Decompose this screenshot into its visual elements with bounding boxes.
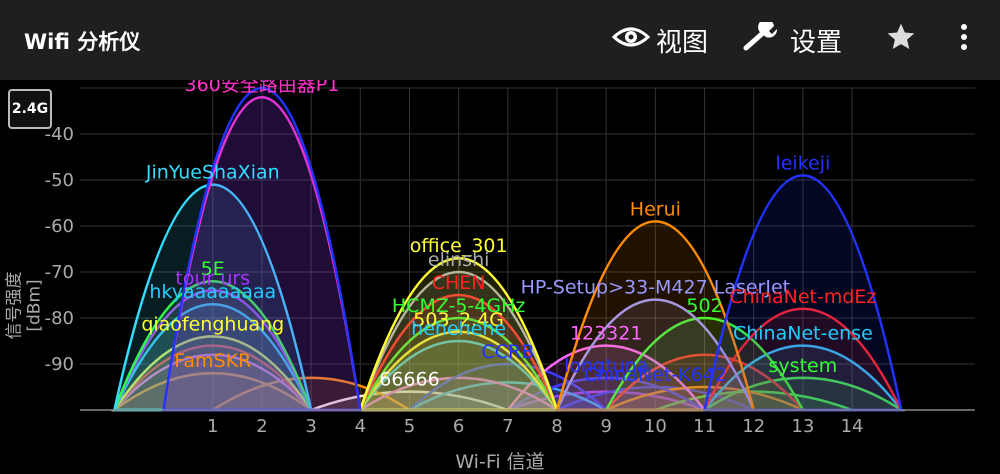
network-label: ChinaNet-ense: [733, 323, 873, 345]
y-axis-label: 信号强度 [dBm]: [4, 271, 45, 340]
y-tick-label: -80: [45, 308, 74, 329]
network-label: hehehehe: [411, 318, 506, 340]
network-label: JinYueShaXian: [145, 162, 280, 184]
view-button[interactable]: 视图: [611, 20, 709, 60]
network-label: 360安全路由器P1: [185, 80, 340, 96]
view-label: 视图: [656, 27, 709, 58]
favorite-button[interactable]: [884, 20, 924, 60]
x-tick-label: 3: [305, 416, 316, 437]
network-label: ChinaNet-mdEz: [729, 286, 876, 308]
overflow-menu-button[interactable]: [954, 20, 980, 60]
network-label: hkyaaaaaaaa: [149, 281, 276, 303]
app-title: Wifi 分析仪: [24, 30, 141, 54]
network-label: FamSKR: [174, 350, 251, 372]
network-label: qiaofenghuang: [141, 313, 284, 335]
network-label: 123321: [570, 323, 643, 345]
x-tick-label: 5: [404, 416, 415, 437]
star-icon: [884, 21, 924, 60]
y-tick-label: -50: [45, 170, 74, 191]
x-tick-label: 1: [207, 416, 218, 437]
network-label: 66666: [379, 369, 439, 391]
network-label: longtuna: [564, 355, 648, 377]
settings-button[interactable]: 设置: [742, 18, 843, 60]
network-label: elinshi: [428, 249, 490, 271]
y-tick-label: -60: [45, 216, 74, 237]
x-tick-label: 13: [791, 416, 814, 437]
x-tick-label: 6: [453, 416, 464, 437]
network-label: CCRB: [481, 341, 534, 363]
x-tick-label: 4: [355, 416, 366, 437]
x-tick-label: 9: [600, 416, 611, 437]
y-tick-label: -90: [45, 354, 74, 375]
network-label: system: [769, 355, 838, 377]
x-tick-label: 12: [742, 416, 765, 437]
x-tick-label: 10: [644, 416, 667, 437]
network-label: leikeji: [775, 152, 830, 174]
x-tick-label: 8: [551, 416, 562, 437]
app-bar: Wifi 分析仪 视图 设置: [0, 0, 1000, 80]
signal-chart: -40-50-60-70-80-901 2 3 4 5 6 7 8 9 10 11 12 13 14360…: [45, 80, 975, 437]
eye-icon: [611, 24, 656, 57]
wrench-icon: [742, 18, 790, 59]
x-tick-label: 2: [256, 416, 267, 437]
band-toggle[interactable]: 2.4G: [8, 89, 52, 129]
y-tick-label: -70: [45, 262, 74, 283]
network-label: 502: [686, 295, 722, 317]
x-axis-label: Wi-Fi 信道: [455, 451, 545, 473]
x-tick-label: 7: [502, 416, 513, 437]
network-label: CHEN: [432, 272, 486, 294]
x-tick-label: 14: [841, 416, 864, 437]
x-tick-label: 11: [693, 416, 716, 437]
settings-label: 设置: [790, 27, 843, 58]
network-label: Herui: [630, 198, 681, 220]
more-vert-icon: [954, 22, 980, 59]
